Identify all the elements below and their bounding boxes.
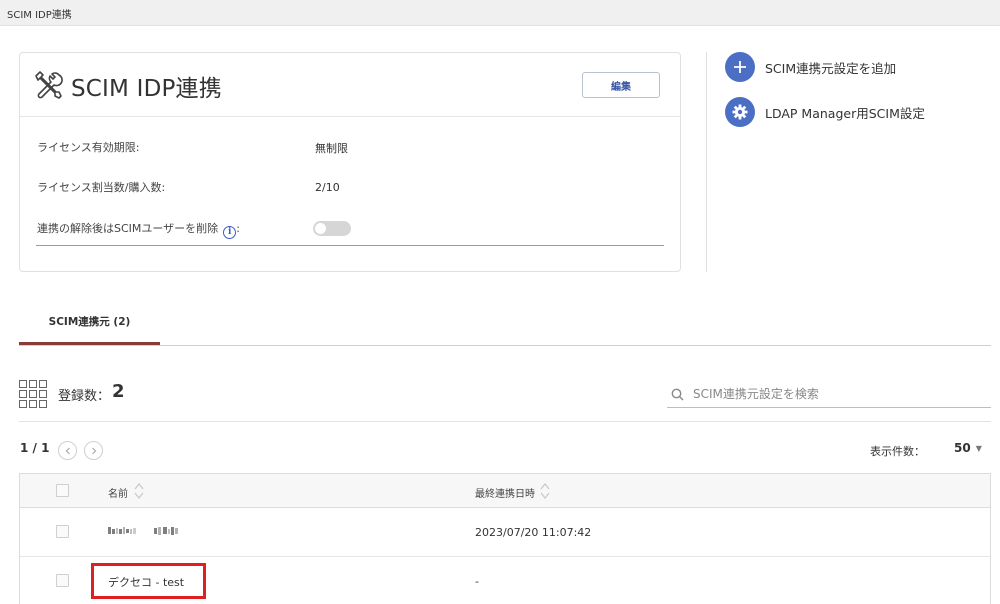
page-indicator: 1 / 1 bbox=[20, 441, 50, 455]
add-scim-source-label: SCIM連携元設定を追加 bbox=[765, 60, 897, 76]
redacted-name-image bbox=[108, 527, 178, 535]
ldap-scim-settings-action[interactable]: LDAP Manager用SCIM設定 bbox=[725, 97, 925, 127]
search-box[interactable] bbox=[667, 380, 991, 408]
license-expiry-value: 無制限 bbox=[315, 142, 348, 155]
delete-after-unlink-text: 連携の解除後はSCIMユーザーを削除 bbox=[37, 222, 219, 235]
next-page-button[interactable] bbox=[84, 441, 103, 460]
row-last-sync: 2023/07/20 11:07:42 bbox=[475, 526, 592, 539]
tab-scim-sources[interactable]: SCIM連携元 (2) bbox=[19, 300, 160, 347]
card-title: SCIM IDP連携 bbox=[71, 76, 222, 102]
plus-icon bbox=[725, 52, 755, 82]
chevron-right-icon bbox=[91, 447, 96, 454]
license-expiry-label: ライセンス有効期限: bbox=[37, 141, 140, 154]
search-input[interactable] bbox=[693, 384, 983, 404]
highlight-box bbox=[91, 563, 206, 599]
sort-icon[interactable] bbox=[134, 482, 144, 500]
tab-scim-sources-label: SCIM連携元 (2) bbox=[48, 316, 131, 328]
sort-icon[interactable] bbox=[540, 482, 550, 500]
license-count-label: ライセンス割当数/購入数: bbox=[37, 181, 166, 194]
table-header: 名前 最終連携日時 bbox=[20, 474, 990, 508]
search-icon bbox=[671, 388, 684, 401]
ldap-scim-settings-label: LDAP Manager用SCIM設定 bbox=[765, 105, 925, 121]
license-count-value: 2/10 bbox=[315, 181, 340, 194]
grid-icon bbox=[19, 380, 47, 408]
row-checkbox[interactable] bbox=[56, 525, 69, 538]
vertical-divider bbox=[706, 52, 707, 272]
edit-button[interactable]: 編集 bbox=[582, 72, 660, 98]
row-last-sync: - bbox=[475, 575, 479, 588]
per-page-select[interactable]: 50 ▼ bbox=[954, 441, 982, 455]
table-row[interactable]: 2023/07/20 11:07:42 bbox=[20, 508, 990, 557]
select-all-checkbox[interactable] bbox=[56, 484, 69, 497]
row-name-redacted bbox=[108, 524, 184, 541]
row-checkbox[interactable] bbox=[56, 574, 69, 587]
tools-icon bbox=[35, 71, 63, 99]
card-header: SCIM IDP連携 編集 bbox=[20, 53, 680, 117]
scim-settings-card: SCIM IDP連携 編集 ライセンス有効期限: 無制限 ライセンス割当数/購入… bbox=[19, 52, 681, 272]
info-icon[interactable]: i bbox=[223, 226, 237, 239]
window-titlebar: SCIM IDP連携 bbox=[0, 0, 1000, 26]
card-divider bbox=[36, 245, 664, 246]
delete-after-unlink-toggle[interactable] bbox=[313, 221, 351, 236]
per-page-label: 表示件数： bbox=[870, 445, 925, 458]
registration-label: 登録数： bbox=[58, 389, 111, 404]
tab-baseline bbox=[19, 345, 991, 346]
caret-down-icon: ▼ bbox=[975, 444, 982, 453]
section-divider bbox=[19, 421, 991, 422]
column-header-name[interactable]: 名前 bbox=[108, 485, 128, 500]
column-header-last-sync[interactable]: 最終連携日時 bbox=[475, 485, 535, 500]
window-title: SCIM IDP連携 bbox=[7, 10, 72, 21]
per-page-value: 50 bbox=[954, 441, 971, 455]
gear-icon bbox=[725, 97, 755, 127]
delete-after-unlink-label: 連携の解除後はSCIMユーザーを削除 i: bbox=[37, 220, 240, 239]
delete-after-unlink-colon: : bbox=[236, 222, 240, 235]
registration-count: 2 bbox=[112, 381, 125, 402]
prev-page-button[interactable] bbox=[58, 441, 77, 460]
chevron-left-icon bbox=[65, 447, 70, 454]
add-scim-source-action[interactable]: SCIM連携元設定を追加 bbox=[725, 52, 896, 82]
